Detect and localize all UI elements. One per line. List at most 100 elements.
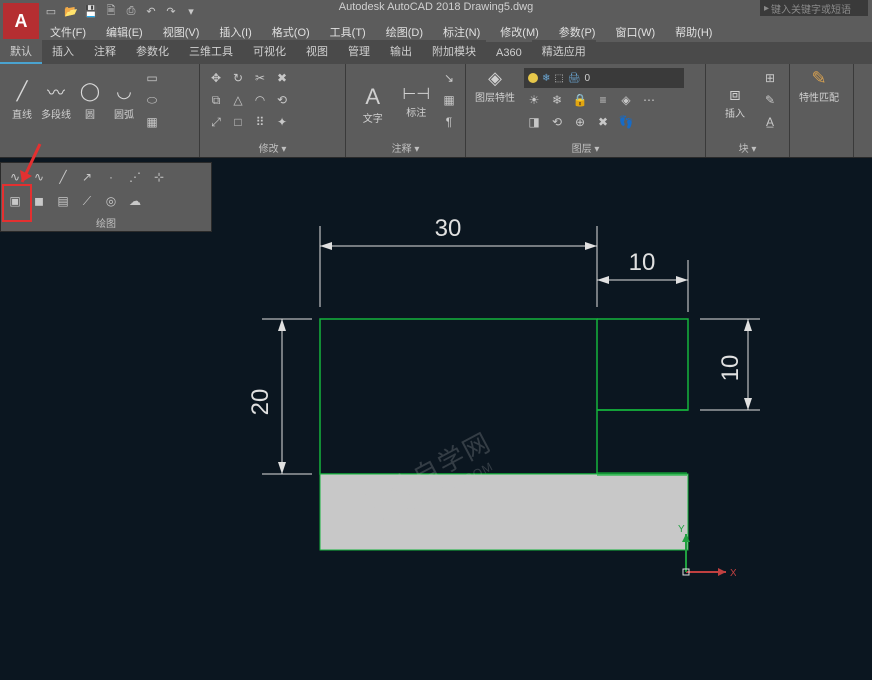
drawing-canvas[interactable]: 30 10 10 20 软件自学网WWW.RJZXW.COM X Y bbox=[0, 162, 872, 680]
panel-label-layer[interactable]: 图层 ▾ bbox=[472, 138, 699, 157]
panel-label-annotate[interactable]: 注释 ▾ bbox=[352, 138, 459, 157]
ribbon: ╱直线 〰多段线 ◯圆 ◡圆弧 ▭ ⬭ ▦ ✥⧉⤢ ↻△□ ✂◠⠿ ✖⟲✦ 修改… bbox=[0, 64, 872, 158]
ribbon-tab-annotate[interactable]: 注释 bbox=[84, 40, 126, 64]
tool-stretch[interactable]: ⤢ bbox=[206, 112, 226, 132]
layer-iso[interactable]: ◈ bbox=[616, 90, 636, 110]
menu-window[interactable]: 窗口(W) bbox=[607, 22, 663, 42]
menu-help[interactable]: 帮助(H) bbox=[667, 22, 720, 42]
tool-wipeout[interactable]: ▤ bbox=[53, 191, 73, 211]
layer-match[interactable]: ≡ bbox=[593, 90, 613, 110]
tool-measure[interactable]: ⊹ bbox=[149, 167, 169, 187]
ribbon-tab-view[interactable]: 视图 bbox=[296, 40, 338, 64]
menu-draw[interactable]: 绘图(D) bbox=[378, 22, 431, 42]
tool-copy[interactable]: ⧉ bbox=[206, 90, 226, 110]
menu-tools[interactable]: 工具(T) bbox=[322, 22, 374, 42]
menu-edit[interactable]: 编辑(E) bbox=[98, 22, 151, 42]
menu-modify[interactable]: 修改(M) bbox=[492, 22, 547, 42]
tool-erase[interactable]: ✖ bbox=[272, 68, 292, 88]
tool-mtext[interactable]: ¶ bbox=[439, 112, 459, 132]
tool-ellipse[interactable]: ⬭ bbox=[142, 90, 162, 110]
tool-3dpoly[interactable]: ⟋ bbox=[77, 191, 97, 211]
ribbon-tab-addins[interactable]: 附加模块 bbox=[422, 40, 486, 64]
tool-text[interactable]: A文字 bbox=[352, 84, 394, 116]
ribbon-panel-modify: ✥⧉⤢ ↻△□ ✂◠⠿ ✖⟲✦ 修改 ▾ bbox=[200, 64, 346, 157]
tool-array[interactable]: ⠿ bbox=[250, 112, 270, 132]
ribbon-tab-output[interactable]: 输出 bbox=[380, 40, 422, 64]
ribbon-tab-manage[interactable]: 管理 bbox=[338, 40, 380, 64]
tool-revcloud[interactable]: ☁ bbox=[125, 191, 145, 211]
tool-divide[interactable]: ⋰ bbox=[125, 167, 145, 187]
redo-icon[interactable]: ↷ bbox=[162, 2, 180, 20]
tool-attr[interactable]: A̲ bbox=[760, 112, 780, 132]
menu-view[interactable]: 视图(V) bbox=[155, 22, 208, 42]
menu-parametric[interactable]: 参数(P) bbox=[551, 22, 604, 42]
tool-arc[interactable]: ◡圆弧 bbox=[108, 78, 140, 122]
menu-insert[interactable]: 插入(I) bbox=[211, 22, 259, 42]
tool-dimension[interactable]: ⊢⊣标注 bbox=[396, 84, 438, 116]
ribbon-tab-insert[interactable]: 插入 bbox=[42, 40, 84, 64]
open-icon[interactable]: 📂 bbox=[62, 2, 80, 20]
tool-line[interactable]: ╱直线 bbox=[6, 78, 38, 122]
layer-off[interactable]: ☀ bbox=[524, 90, 544, 110]
ribbon-tab-featured[interactable]: 精选应用 bbox=[532, 40, 596, 64]
layer-lock[interactable]: 🔒 bbox=[570, 90, 590, 110]
tool-rotate[interactable]: ↻ bbox=[228, 68, 248, 88]
layer-state[interactable]: ◨ bbox=[524, 112, 544, 132]
panel-label-block[interactable]: 块 ▾ bbox=[712, 138, 783, 157]
tool-fillet[interactable]: ◠ bbox=[250, 90, 270, 110]
tool-rectangle[interactable]: ▭ bbox=[142, 68, 162, 88]
ribbon-tab-bar: 默认 插入 注释 参数化 三维工具 可视化 视图 管理 输出 附加模块 A360… bbox=[0, 42, 872, 64]
layer-merge[interactable]: ⊕ bbox=[570, 112, 590, 132]
tool-scale[interactable]: □ bbox=[228, 112, 248, 132]
shape-ext-rect bbox=[597, 319, 688, 410]
tool-leader[interactable]: ↘ bbox=[439, 68, 459, 88]
tool-donut[interactable]: ◎ bbox=[101, 191, 121, 211]
tool-match-properties[interactable]: ✎特性匹配 bbox=[796, 68, 842, 100]
save-icon[interactable]: 💾 bbox=[82, 2, 100, 20]
tool-hatch[interactable]: ▦ bbox=[142, 112, 162, 132]
tool-create-block[interactable]: ⊞ bbox=[760, 68, 780, 88]
tool-polyline[interactable]: 〰多段线 bbox=[40, 78, 72, 122]
help-search-input[interactable]: ▸键入关键字或短语 bbox=[760, 0, 868, 16]
undo-icon[interactable]: ↶ bbox=[142, 2, 160, 20]
ribbon-panel-block: ⧈插入 ⊞✎A̲ 块 ▾ bbox=[706, 64, 790, 157]
tool-mirror[interactable]: △ bbox=[228, 90, 248, 110]
tool-solid[interactable]: ◼ bbox=[29, 191, 49, 211]
ribbon-tab-default[interactable]: 默认 bbox=[0, 40, 42, 64]
new-icon[interactable]: ▭ bbox=[42, 2, 60, 20]
saveas-icon[interactable]: 🗎 bbox=[102, 2, 120, 20]
ribbon-tab-3dtools[interactable]: 三维工具 bbox=[179, 40, 243, 64]
tool-edit-block[interactable]: ✎ bbox=[760, 90, 780, 110]
tool-trim[interactable]: ✂ bbox=[250, 68, 270, 88]
layer-more[interactable]: ⋯ bbox=[639, 90, 659, 110]
tool-offset[interactable]: ⟲ bbox=[272, 90, 292, 110]
menu-dimension[interactable]: 标注(N) bbox=[435, 22, 488, 42]
ribbon-tab-visualize[interactable]: 可视化 bbox=[243, 40, 296, 64]
app-menu-button[interactable]: A bbox=[3, 3, 39, 39]
layer-delete[interactable]: ✖ bbox=[593, 112, 613, 132]
tool-explode[interactable]: ✦ bbox=[272, 112, 292, 132]
tool-table[interactable]: ▦ bbox=[439, 90, 459, 110]
plot-icon[interactable]: ⎙ bbox=[122, 2, 140, 20]
layer-dropdown[interactable]: ❄⬚🖨0 bbox=[524, 68, 684, 88]
window-title: Autodesk AutoCAD 2018 Drawing5.dwg bbox=[339, 1, 533, 13]
dim-10v-text: 10 bbox=[717, 355, 744, 382]
chevron-down-icon[interactable]: ▾ bbox=[182, 2, 200, 20]
tool-insert-block[interactable]: ⧈插入 bbox=[712, 84, 758, 116]
menu-format[interactable]: 格式(O) bbox=[264, 22, 318, 42]
menu-file[interactable]: 文件(F) bbox=[42, 22, 94, 42]
tool-xline[interactable]: ╱ bbox=[53, 167, 73, 187]
tool-move[interactable]: ✥ bbox=[206, 68, 226, 88]
tool-ray[interactable]: ↗ bbox=[77, 167, 97, 187]
tool-circle[interactable]: ◯圆 bbox=[74, 78, 106, 122]
flyout-label: 绘图 bbox=[5, 215, 207, 230]
layer-prev[interactable]: ⟲ bbox=[547, 112, 567, 132]
layer-freeze[interactable]: ❄ bbox=[547, 90, 567, 110]
panel-label-modify[interactable]: 修改 ▾ bbox=[206, 138, 339, 157]
tool-layer-properties[interactable]: ◈图层特性 bbox=[472, 68, 518, 100]
tool-point[interactable]: · bbox=[101, 167, 121, 187]
dim-20-text: 20 bbox=[247, 389, 274, 416]
layer-walk[interactable]: 👣 bbox=[616, 112, 636, 132]
ribbon-tab-parametric[interactable]: 参数化 bbox=[126, 40, 179, 64]
ribbon-tab-a360[interactable]: A360 bbox=[486, 44, 532, 64]
